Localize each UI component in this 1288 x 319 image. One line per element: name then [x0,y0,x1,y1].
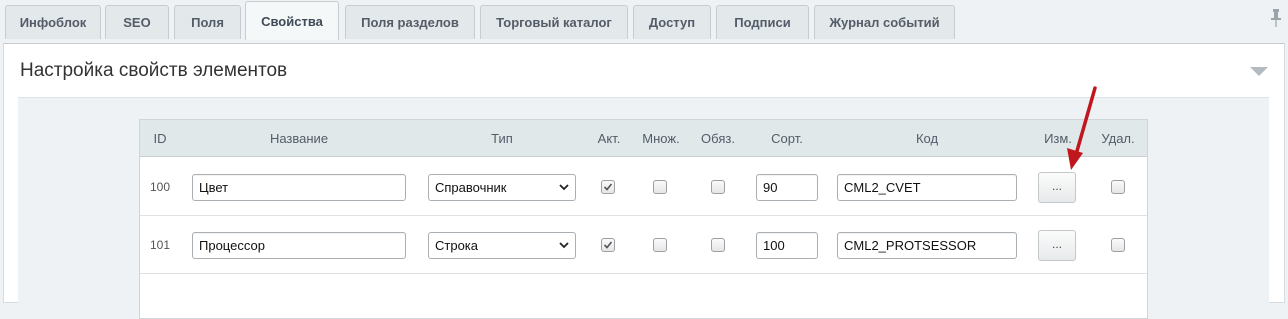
multiple-checkbox[interactable] [653,180,667,194]
row-id: 100 [149,180,171,194]
type-select[interactable]: Строка [428,232,576,259]
active-checkbox[interactable] [601,180,615,194]
table-row: 101 Строка ... [140,216,1147,274]
header-sort: Сорт. [771,131,803,146]
check-icon [603,183,613,191]
sort-input[interactable] [756,174,818,201]
header-multiple: Множ. [642,131,680,146]
active-checkbox[interactable] [601,238,615,252]
required-checkbox[interactable] [711,180,725,194]
annotation-arrow-icon [1067,86,1097,170]
type-select-value: Строка [435,238,479,253]
chevron-down-icon [559,184,569,191]
tab-access[interactable]: Доступ [633,5,711,39]
tab-infoblock[interactable]: Инфоблок [5,5,101,39]
header-required: Обяз. [701,131,735,146]
multiple-checkbox[interactable] [653,238,667,252]
header-active: Акт. [597,131,621,146]
required-checkbox[interactable] [711,238,725,252]
tab-event-log[interactable]: Журнал событий [814,5,955,39]
tab-captions[interactable]: Подписи [716,5,809,39]
edit-property-button[interactable]: ... [1038,172,1076,203]
header-code: Код [915,131,939,146]
tab-bar: Инфоблок SEO Поля Свойства Поля разделов… [0,0,1288,44]
table-row: 100 Справочник ... [140,158,1147,216]
tab-seo[interactable]: SEO [105,5,169,39]
tab-fields[interactable]: Поля [174,5,241,39]
properties-table: ID Название Тип Акт. Множ. Обяз. Сорт. К… [139,119,1148,319]
code-input[interactable] [837,232,1017,259]
pin-icon[interactable] [1270,8,1282,28]
name-input[interactable] [192,232,406,259]
header-delete: Удал. [1101,131,1135,146]
check-icon [603,241,613,249]
chevron-down-icon[interactable] [1250,67,1268,76]
type-select-value: Справочник [435,180,507,195]
header-id: ID [153,131,167,146]
tab-properties[interactable]: Свойства [245,1,339,40]
tab-section-fields[interactable]: Поля разделов [345,5,475,39]
type-select[interactable]: Справочник [428,174,576,201]
delete-checkbox[interactable] [1111,180,1125,194]
name-input[interactable] [192,174,406,201]
chevron-down-icon [559,242,569,249]
row-id: 101 [149,238,171,252]
header-name: Название [269,131,329,146]
tab-trade-catalog[interactable]: Торговый каталог [480,5,628,39]
header-type: Тип [491,131,513,146]
edit-property-button[interactable]: ... [1038,230,1076,261]
sort-input[interactable] [756,232,818,259]
code-input[interactable] [837,174,1017,201]
table-header: ID Название Тип Акт. Множ. Обяз. Сорт. К… [140,120,1147,157]
page-title: Настройка свойств элементов [20,60,288,81]
delete-checkbox[interactable] [1111,238,1125,252]
